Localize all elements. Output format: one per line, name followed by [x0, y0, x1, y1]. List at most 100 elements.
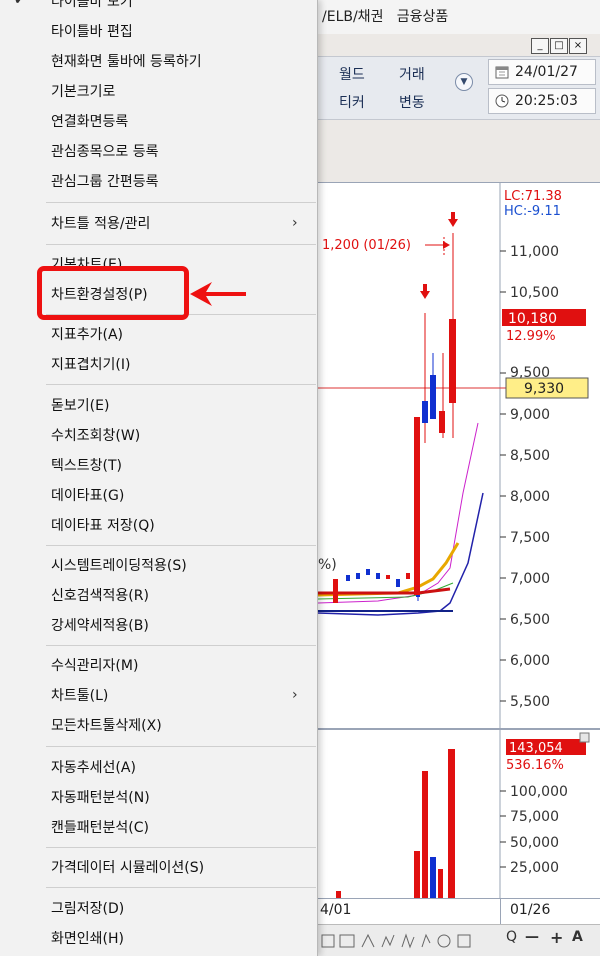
context-menu: ✔ 타이틀바 보기 타이틀바 편집 현재화면 툴바에 등록하기 기본크기로 연결…	[0, 0, 318, 956]
calendar-icon	[495, 66, 509, 79]
date-axis-right-label: 01/26	[510, 902, 551, 918]
line-tool-icon[interactable]	[421, 933, 431, 948]
menu-item-data-table[interactable]: 데이타표(G)	[0, 480, 318, 509]
menu-item-label: 타이틀바 보기	[51, 0, 133, 10]
frame-tool-icon[interactable]	[457, 934, 471, 948]
rect-tool-icon[interactable]	[321, 934, 335, 948]
candle	[406, 573, 410, 579]
zoom-in-button[interactable]: +	[550, 928, 563, 947]
close-icon[interactable]	[579, 732, 590, 743]
menu-item-auto-pattern[interactable]: 자동패턴분석(N)	[0, 782, 318, 811]
date-field[interactable]: 24/01/27	[488, 59, 596, 85]
partial-indicator-label: %)	[318, 557, 337, 573]
wave-tool-icon[interactable]	[381, 934, 395, 948]
last-price-value: 10,180	[508, 311, 557, 327]
menu-item-add-watchlist[interactable]: 관심종목으로 등록	[0, 136, 318, 165]
pointer-arrow-icon	[190, 282, 246, 306]
menu-item-formula-manager[interactable]: 수식관리자(M)	[0, 650, 318, 679]
chart-area[interactable]: 11,000 10,500 9,500 9,000 8,500 8,000 7,…	[318, 182, 600, 899]
menu-item-title-bar-edit[interactable]: 타이틀바 편집	[0, 16, 318, 45]
trade-change-label-1[interactable]: 거래	[399, 64, 425, 84]
menu-item-overlay-indicator[interactable]: 지표겹치기(I)	[0, 349, 318, 378]
zoom-out-button[interactable]: —	[525, 929, 539, 945]
trend-tool-icon[interactable]	[361, 933, 375, 948]
menu-item-chart-tools[interactable]: 차트툴(L) ›	[0, 680, 318, 709]
menu-item-label: 신호검색적용(R)	[51, 587, 149, 604]
chevron-right-icon: ›	[292, 686, 298, 703]
price-tick-label: 8,000	[510, 489, 550, 505]
candle	[366, 569, 370, 575]
menu-separator	[46, 244, 316, 245]
date-axis-left-label: 4/01	[320, 902, 352, 918]
menu-item-label: 자동추세선(A)	[51, 759, 136, 776]
minimize-button[interactable]: _	[531, 38, 549, 54]
menu-item-add-to-toolbar[interactable]: 현재화면 툴바에 등록하기	[0, 46, 318, 75]
menu-item-magnifier[interactable]: 돋보기(E)	[0, 390, 318, 419]
menu-separator	[46, 645, 316, 646]
menu-item-title-bar-view[interactable]: ✔ 타이틀바 보기	[0, 0, 318, 15]
text-tool-button[interactable]: A	[572, 929, 583, 945]
date-axis-divider	[500, 899, 501, 925]
price-tick-label: 5,500	[510, 694, 550, 710]
menu-item-label: 관심종목으로 등록	[51, 143, 159, 160]
restore-button[interactable]: □	[550, 38, 568, 54]
world-ticker-label-1[interactable]: 월드	[339, 64, 365, 84]
menu-item-chart-frame[interactable]: 차트틀 적용/관리 ›	[0, 208, 318, 237]
menu-item-label: 화면인쇄(H)	[51, 930, 124, 947]
menu-item-label: 자동패턴분석(N)	[51, 789, 150, 806]
time-field[interactable]: 20:25:03	[488, 88, 596, 114]
menu-item-label: 기본차트(E)	[51, 256, 123, 273]
candle	[333, 579, 338, 603]
candle	[439, 411, 445, 433]
menu-item-label: 수식관리자(M)	[51, 657, 139, 674]
volume-bar	[430, 857, 436, 899]
circle-tool-icon[interactable]	[437, 934, 451, 948]
menu-item-save-image[interactable]: 그림저장(D)	[0, 893, 318, 922]
menu-item-label: 현재화면 툴바에 등록하기	[51, 53, 202, 70]
menu-item-linked-screen[interactable]: 연결화면등록	[0, 106, 318, 135]
menu-item-print-screen[interactable]: 화면인쇄(H)	[0, 923, 318, 952]
menu-item-basic-chart[interactable]: 기본차트(E)	[0, 249, 318, 278]
signal-arrow-icon	[451, 212, 455, 220]
menu-item-system-trading[interactable]: 시스템트레이딩적용(S)	[0, 550, 318, 579]
candle	[356, 573, 360, 579]
menu-item-signal-search[interactable]: 신호검색적용(R)	[0, 580, 318, 609]
menu-item-label: 캔들패턴분석(C)	[51, 819, 149, 836]
trade-change-label-2[interactable]: 변동	[399, 92, 425, 112]
clock-icon	[495, 94, 509, 108]
candle	[396, 579, 400, 587]
volume-tick-label: 50,000	[510, 835, 559, 851]
close-button[interactable]: ×	[569, 38, 587, 54]
price-tick-label: 6,500	[510, 612, 550, 628]
volume-bar	[448, 749, 455, 899]
menu-item-save-data-table[interactable]: 데이타표 저장(Q)	[0, 510, 318, 539]
zigzag-tool-icon[interactable]	[401, 933, 415, 949]
menu-item-chart-settings[interactable]: 차트환경설정(P)	[0, 279, 318, 308]
candle	[449, 319, 456, 403]
ma-line-orange	[318, 542, 460, 597]
zoom-icon[interactable]: Q	[506, 929, 517, 945]
drawing-tools-icons	[321, 933, 471, 949]
menu-item-delete-all-tools[interactable]: 모든차트툴삭제(X)	[0, 710, 318, 739]
image-tool-icon[interactable]	[339, 934, 355, 948]
price-tick-label: 6,000	[510, 653, 550, 669]
world-ticker-label-2[interactable]: 티커	[339, 92, 365, 112]
price-volume-chart[interactable]: 11,000 10,500 9,500 9,000 8,500 8,000 7,…	[318, 183, 600, 899]
price-tick-label: 10,500	[510, 285, 559, 301]
menu-item-strength-weakness[interactable]: 강세약세적용(B)	[0, 610, 318, 639]
volume-bar	[422, 771, 428, 899]
menu-item-watch-group[interactable]: 관심그룹 간편등록	[0, 166, 318, 195]
menu-item-add-indicator[interactable]: 지표추가(A)	[0, 319, 318, 348]
chevron-right-icon: ›	[292, 214, 298, 231]
candle	[414, 417, 420, 595]
menu-item-price-simulation[interactable]: 가격데이터 시뮬레이션(S)	[0, 852, 318, 881]
menu-item-default-size[interactable]: 기본크기로	[0, 76, 318, 105]
menu-item-candle-pattern[interactable]: 캔들패턴분석(C)	[0, 812, 318, 841]
menu-item-label: 가격데이터 시뮬레이션(S)	[51, 859, 205, 876]
date-value: 24/01/27	[515, 64, 578, 80]
chevron-down-icon[interactable]: ▼	[455, 73, 473, 91]
menu-item-text-window[interactable]: 텍스트창(T)	[0, 450, 318, 479]
menu-item-value-window[interactable]: 수치조회창(W)	[0, 420, 318, 449]
menu-item-auto-trendline[interactable]: 자동추세선(A)	[0, 752, 318, 781]
menu-item-label: 차트환경설정(P)	[51, 286, 148, 303]
